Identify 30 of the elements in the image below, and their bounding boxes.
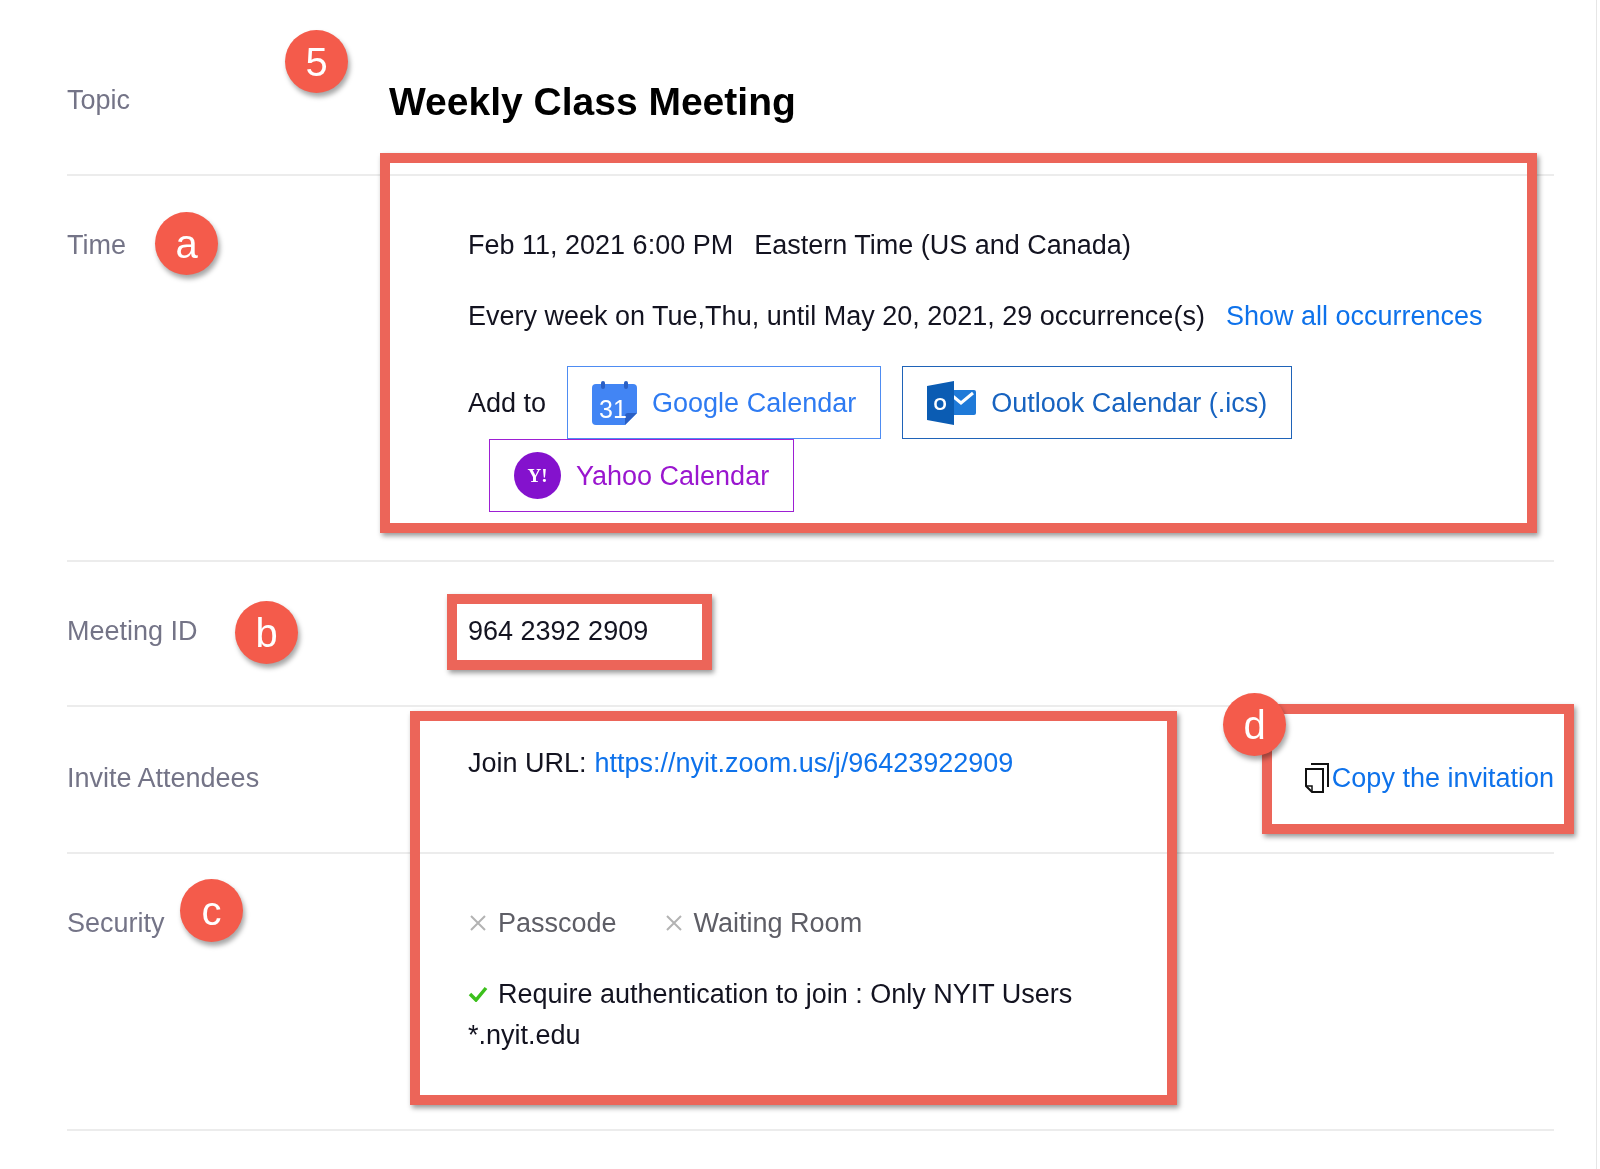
calendar-button[interactable]: Y! Yahoo Calendar: [489, 439, 795, 512]
show-all-occurrences-link[interactable]: Show all occurrences: [1225, 300, 1483, 332]
field-label: Meeting ID: [67, 615, 198, 647]
recurrence-text: Every week on Tue,Thu, until May 20, 2021, 29 occurrence(s): [468, 300, 1205, 332]
field-label: Topic: [67, 84, 131, 116]
calendar-icon: 31: [592, 380, 638, 425]
timezone-text: Eastern Time (US and Canada): [754, 229, 1131, 261]
field-label: Invite Attendees: [67, 762, 260, 794]
meeting-title: Weekly Class Meeting: [389, 79, 796, 125]
logo-icon: Y!: [514, 452, 561, 499]
callout-marker: 5: [285, 30, 348, 93]
security-option-label: Passcode: [498, 907, 617, 939]
copy-icon: [1304, 763, 1329, 793]
add-to-label: Add to: [468, 386, 547, 419]
domain-text: *.nyit.edu: [468, 1019, 581, 1051]
start-time-text: Feb 11, 2021 6:00 PM: [468, 229, 734, 261]
calendar-button[interactable]: O Outlook Calendar (.ics): [902, 366, 1293, 439]
field-label: Time: [67, 229, 126, 261]
copy-invitation-link[interactable]: Copy the invitation: [1304, 762, 1554, 794]
meeting-id-value: 964 2392 2909: [468, 615, 649, 647]
join-url-label: Join URL:: [468, 747, 587, 779]
calendar-button[interactable]: 31 Google Calendar: [567, 366, 882, 439]
join-url-link[interactable]: https://nyit.zoom.us/j/96423922909: [594, 747, 1014, 779]
field-label: Security: [67, 907, 165, 939]
security-option-label: Require authentication to join : Only NYIT Users: [498, 978, 1073, 1010]
callout-marker: c: [180, 879, 243, 942]
callout-marker: a: [155, 212, 218, 275]
security-option-label: Waiting Room: [693, 907, 863, 939]
callout-marker: b: [235, 601, 298, 664]
callout-marker: d: [1223, 693, 1286, 756]
